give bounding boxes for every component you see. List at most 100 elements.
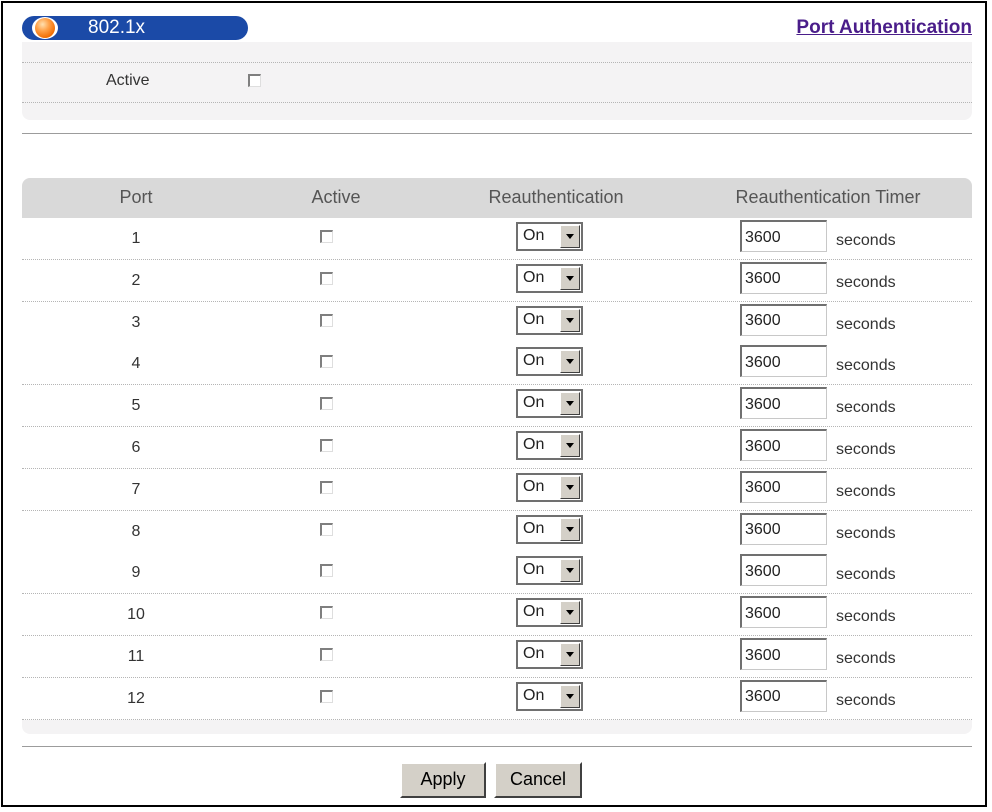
global-active-checkbox[interactable] <box>248 74 261 87</box>
divider <box>22 62 972 63</box>
reauthentication-select[interactable]: On <box>516 305 583 335</box>
reauthentication-select[interactable]: On <box>516 640 583 669</box>
port-active-checkbox[interactable] <box>320 271 333 285</box>
seconds-label: seconds <box>836 691 896 709</box>
reauthentication-timer-input[interactable] <box>740 512 827 545</box>
seconds-label: seconds <box>836 524 896 542</box>
port-active-checkbox[interactable] <box>320 522 333 536</box>
reauthentication-timer-input[interactable] <box>740 303 827 336</box>
chevron-down-icon[interactable] <box>560 308 580 332</box>
seconds-label: seconds <box>836 315 896 333</box>
seconds-label: seconds <box>836 441 896 458</box>
seconds-label: seconds <box>836 566 896 584</box>
reauthentication-timer-input[interactable] <box>740 596 827 629</box>
port-active-checkbox[interactable] <box>320 564 333 578</box>
reauthentication-timer-input[interactable] <box>740 429 827 461</box>
port-number: 1 <box>131 230 141 247</box>
reauthentication-value: On <box>523 519 545 537</box>
reauthentication-timer-input[interactable] <box>740 220 827 252</box>
chevron-down-icon[interactable] <box>560 517 580 541</box>
chevron-down-icon[interactable] <box>560 643 580 666</box>
port-authentication-link[interactable]: Port Authentication <box>796 17 972 39</box>
reauthentication-value: On <box>523 227 545 244</box>
seconds-label: seconds <box>836 399 896 417</box>
divider <box>22 102 972 103</box>
table-row: 7 On seconds <box>22 468 972 511</box>
port-active-checkbox[interactable] <box>320 313 333 327</box>
chevron-down-icon[interactable] <box>560 559 580 583</box>
port-number: 9 <box>131 564 141 582</box>
apply-button[interactable]: Apply <box>400 762 486 798</box>
port-active-checkbox[interactable] <box>320 355 333 369</box>
reauthentication-value: On <box>523 561 545 579</box>
chevron-down-icon[interactable] <box>560 225 580 248</box>
active-column-header: Active <box>311 187 361 207</box>
section-title-bar: 802.1x <box>22 16 248 40</box>
port-active-checkbox[interactable] <box>320 439 333 452</box>
reauthentication-timer-input[interactable] <box>740 638 827 670</box>
reauthentication-select[interactable]: On <box>516 222 583 251</box>
table-row: 12 On seconds <box>22 677 972 720</box>
seconds-label: seconds <box>836 357 896 375</box>
chevron-down-icon[interactable] <box>560 684 580 708</box>
port-active-checkbox[interactable] <box>320 648 333 661</box>
table-row: 5 On seconds <box>22 385 972 428</box>
reauthentication-timer-input[interactable] <box>740 261 827 294</box>
chevron-down-icon[interactable] <box>560 434 580 457</box>
orb-icon <box>32 17 58 39</box>
reauthentication-select[interactable]: On <box>516 431 583 460</box>
reauthentication-select[interactable]: On <box>516 389 583 419</box>
global-settings-panel: Active <box>22 42 972 120</box>
port-number: 2 <box>131 271 141 289</box>
separator <box>22 133 972 134</box>
port-active-checkbox[interactable] <box>320 606 333 620</box>
reauthentication-timer-input[interactable] <box>740 679 827 712</box>
table-row: 8 On seconds <box>22 510 972 553</box>
reauthentication-value: On <box>523 352 545 370</box>
reauthentication-select[interactable]: On <box>516 556 583 586</box>
seconds-label: seconds <box>836 650 896 667</box>
table-row: 10 On seconds <box>22 594 972 637</box>
reauthentication-timer-input[interactable] <box>740 470 827 503</box>
reauthentication-select[interactable]: On <box>516 263 583 293</box>
port-column-header: Port <box>119 187 153 207</box>
reauthentication-select[interactable]: On <box>516 681 583 711</box>
reauthentication-timer-column-header: Reauthentication Timer <box>735 187 921 207</box>
reauthentication-value: On <box>523 603 545 621</box>
chevron-down-icon[interactable] <box>560 350 580 374</box>
seconds-label: seconds <box>836 608 896 626</box>
reauthentication-select[interactable]: On <box>516 598 583 628</box>
reauthentication-timer-input[interactable] <box>740 387 827 420</box>
port-number: 4 <box>131 355 141 373</box>
table-row: 4 On seconds <box>22 343 972 386</box>
port-active-checkbox[interactable] <box>320 397 333 411</box>
table-row: 2 On seconds <box>22 259 972 302</box>
reauthentication-value: On <box>523 436 545 453</box>
reauthentication-select[interactable]: On <box>516 472 583 502</box>
cancel-button[interactable]: Cancel <box>494 762 582 798</box>
section-title: 802.1x <box>88 17 146 38</box>
port-number: 3 <box>131 313 141 331</box>
seconds-label: seconds <box>836 273 896 291</box>
table-row: 3 On seconds <box>22 301 972 344</box>
seconds-label: seconds <box>836 232 896 249</box>
port-active-checkbox[interactable] <box>320 230 333 243</box>
chevron-down-icon[interactable] <box>560 392 580 416</box>
port-active-checkbox[interactable] <box>320 689 333 703</box>
seconds-label: seconds <box>836 482 896 500</box>
reauthentication-value: On <box>523 686 545 704</box>
separator <box>22 746 972 747</box>
chevron-down-icon[interactable] <box>560 601 580 625</box>
chevron-down-icon[interactable] <box>560 475 580 499</box>
table-row: 6 On seconds <box>22 427 972 469</box>
port-number: 8 <box>131 522 141 540</box>
chevron-down-icon[interactable] <box>560 266 580 290</box>
reauthentication-select[interactable]: On <box>516 347 583 377</box>
reauthentication-timer-input[interactable] <box>740 345 827 378</box>
reauthentication-select[interactable]: On <box>516 514 583 544</box>
port-active-checkbox[interactable] <box>320 480 333 494</box>
reauthentication-value: On <box>523 394 545 412</box>
reauthentication-timer-input[interactable] <box>740 554 827 587</box>
table-row: 9 On seconds <box>22 552 972 595</box>
global-active-label: Active <box>106 72 150 89</box>
